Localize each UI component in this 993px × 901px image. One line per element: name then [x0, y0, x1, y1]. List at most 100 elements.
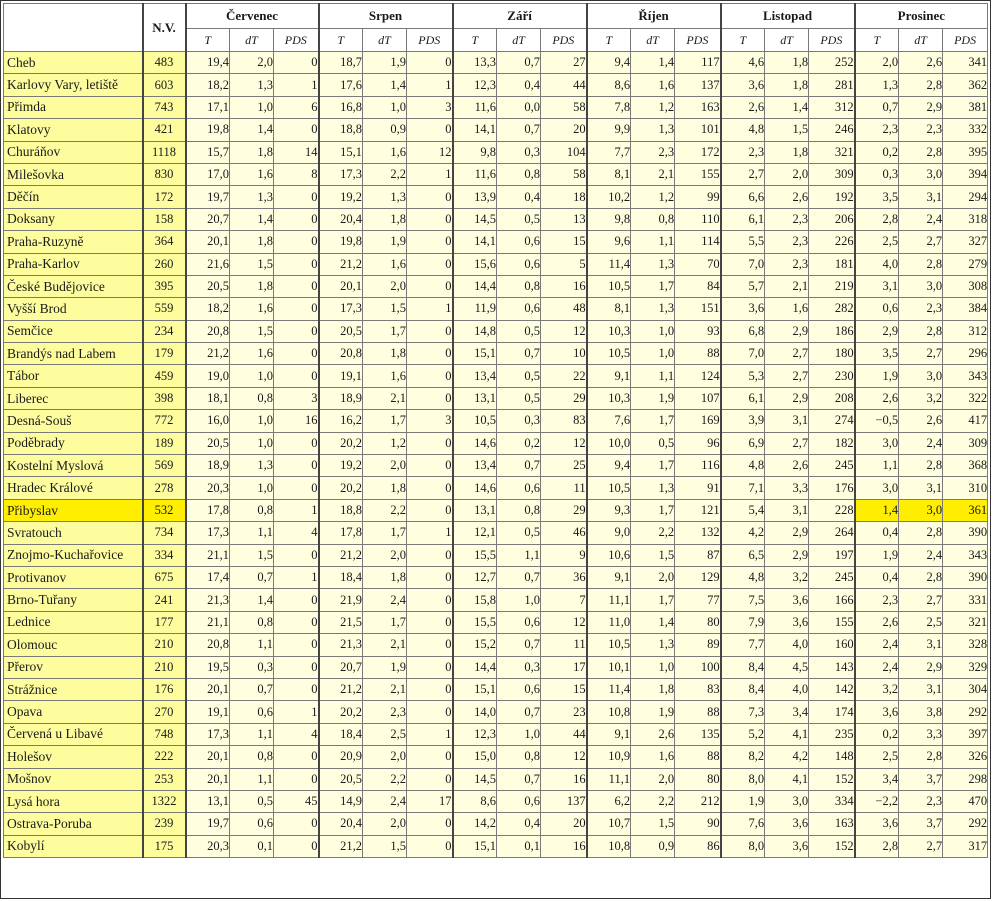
cell-pds: 0 [272, 319, 320, 344]
month-header-listopad: Listopad [719, 3, 856, 29]
table-row: Přerov 210 19,5 0,3 0 20,7 1,9 0 14,4 0,3 17 10,1 1,… [3, 655, 989, 679]
month-header-prosinec: Prosinec [853, 3, 989, 29]
cell-dt: 0,4 [496, 185, 542, 209]
cell-dt: 1,4 [229, 118, 274, 142]
cell-pds: 80 [674, 767, 722, 791]
cell-dt: 1,9 [362, 230, 408, 254]
cell-pds: 36 [540, 565, 588, 590]
cell-t: 20,2 [317, 431, 364, 456]
cell-t: 17,3 [184, 722, 230, 747]
cell-t: 17,3 [184, 521, 230, 545]
subheader-pds: PDS [540, 28, 588, 52]
station-altitude: 364 [141, 230, 186, 254]
cell-dt: 1,0 [630, 319, 676, 344]
station-name: Strážnice [3, 677, 143, 702]
cell-t: 12,7 [451, 565, 498, 590]
month-header-zari: Září [451, 3, 588, 29]
cell-t: 10,5 [585, 274, 632, 299]
subheader-t: T [585, 28, 632, 52]
station-name: Hradec Králové [3, 476, 143, 500]
cell-t: 9,6 [585, 230, 632, 254]
cell-t: 1,3 [853, 73, 900, 97]
cell-t: 7,9 [719, 610, 766, 635]
cell-t: 3,2 [853, 677, 900, 702]
cell-pds: 274 [808, 409, 856, 433]
cell-dt: 1,6 [229, 162, 274, 187]
cell-pds: 163 [808, 812, 856, 836]
cell-pds: 0 [406, 767, 454, 791]
cell-dt: 3,1 [764, 498, 810, 523]
cell-t: 5,3 [719, 364, 766, 388]
cell-pds: 309 [808, 162, 856, 187]
cell-t: 18,8 [317, 118, 364, 142]
table-row: Liberec 398 18,1 0,8 3 18,9 2,1 0 13,1 0,5 29 10,3 1… [3, 386, 989, 411]
cell-pds: 304 [942, 677, 989, 702]
subheader-dt: dT [229, 28, 274, 52]
cell-pds: 264 [808, 521, 856, 545]
cell-pds: 341 [942, 50, 989, 75]
cell-t: 14,6 [451, 431, 498, 456]
cell-dt: 2,3 [764, 207, 810, 232]
cell-pds: 110 [674, 207, 722, 232]
cell-pds: 12 [540, 610, 588, 635]
cell-dt: 1,6 [764, 297, 810, 321]
cell-t: 19,7 [184, 812, 230, 836]
cell-dt: 1,8 [362, 342, 408, 366]
cell-dt: 2,7 [898, 342, 944, 366]
cell-dt: 0,7 [496, 633, 542, 657]
cell-dt: 1,4 [229, 207, 274, 232]
cell-pds: 0 [272, 677, 320, 702]
cell-dt: 2,0 [362, 274, 408, 299]
cell-pds: 308 [942, 274, 989, 299]
station-name: Tábor [3, 364, 143, 388]
cell-dt: 3,0 [898, 498, 944, 523]
cell-t: 9,4 [585, 454, 632, 478]
cell-pds: 172 [674, 140, 722, 164]
cell-t: 13,9 [451, 185, 498, 209]
cell-t: 4,0 [853, 252, 900, 276]
cell-t: 18,9 [317, 386, 364, 411]
nv-header: N.V. [141, 3, 186, 52]
cell-pds: 470 [942, 789, 989, 814]
cell-dt: 2,6 [630, 722, 676, 747]
cell-dt: 1,0 [630, 342, 676, 366]
cell-dt: 1,2 [362, 431, 408, 456]
cell-dt: 2,9 [764, 386, 810, 411]
cell-pds: 3 [406, 95, 454, 120]
cell-dt: 2,8 [898, 454, 944, 478]
cell-pds: 292 [942, 812, 989, 836]
month-header-rijen: Říjen [585, 3, 722, 29]
cell-dt: 2,9 [898, 655, 944, 679]
climate-table: N.V. Červenec Srpen Září Říjen Listopad … [3, 3, 989, 859]
station-name: Lednice [3, 610, 143, 635]
cell-t: 8,6 [451, 789, 498, 814]
cell-dt: 1,0 [362, 95, 408, 120]
station-name: Praha-Karlov [3, 252, 143, 276]
cell-pds: 321 [808, 140, 856, 164]
station-altitude: 603 [141, 73, 186, 97]
cell-t: 0,2 [853, 722, 900, 747]
cell-t: 6,6 [719, 185, 766, 209]
cell-t: 2,3 [853, 588, 900, 612]
cell-dt: 0,0 [496, 95, 542, 120]
cell-dt: 3,1 [898, 677, 944, 702]
station-altitude: 1118 [141, 140, 186, 164]
cell-pds: 343 [942, 364, 989, 388]
cell-dt: 2,4 [362, 789, 408, 814]
cell-dt: 0,7 [496, 767, 542, 791]
cell-pds: 155 [674, 162, 722, 187]
cell-dt: 2,2 [362, 162, 408, 187]
cell-pds: 1 [406, 73, 454, 97]
cell-t: 9,4 [585, 50, 632, 75]
cell-dt: 1,0 [229, 95, 274, 120]
cell-pds: 13 [540, 207, 588, 232]
station-altitude: 395 [141, 274, 186, 299]
cell-pds: 3 [272, 386, 320, 411]
cell-pds: 279 [942, 252, 989, 276]
cell-dt: 2,3 [898, 118, 944, 142]
cell-pds: 10 [540, 342, 588, 366]
cell-t: 20,3 [184, 834, 230, 859]
station-altitude: 234 [141, 319, 186, 344]
cell-pds: 176 [808, 476, 856, 500]
cell-t: 20,5 [317, 319, 364, 344]
